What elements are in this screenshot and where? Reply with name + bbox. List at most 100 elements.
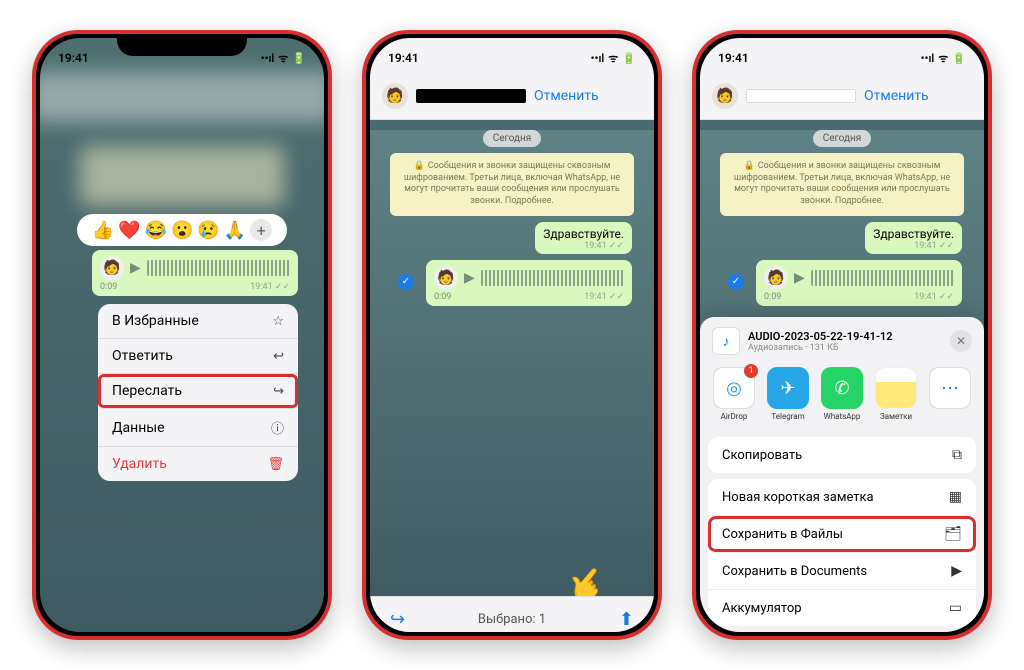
selection-checkmark[interactable]: ✓ — [728, 274, 744, 290]
status-time: 19:41 — [718, 51, 749, 65]
selection-checkmark[interactable]: ✓ — [398, 274, 414, 290]
share-app-more[interactable]: ⋯ — [926, 367, 974, 421]
play-icon[interactable]: ▶ — [464, 270, 475, 286]
voice-message-bubble[interactable]: 🧑 ▶ 0:09 19:41 ✓✓ — [426, 260, 632, 306]
app-icon: ◎ — [713, 367, 755, 409]
play-icon[interactable]: ▶ — [130, 260, 141, 276]
app-icon — [875, 367, 917, 409]
app-label: Telegram — [764, 412, 812, 421]
voice-message-bubble[interactable]: 🧑 ▶ 0:09 19:41 ✓✓ — [756, 260, 962, 306]
menu-item-label: В Избранные — [112, 313, 199, 329]
chat-body: Сегодня 🔒Сообщения и звонки защищены скв… — [370, 130, 654, 632]
selected-count: Выбрано: 1 — [478, 612, 546, 627]
action-Новая короткая заметка[interactable]: Новая короткая заметка ▦ — [708, 479, 976, 516]
encryption-notice[interactable]: 🔒Сообщения и звонки защищены сквозным ши… — [720, 153, 964, 216]
message-time: 19:41 — [584, 241, 606, 251]
avatar: 🧑 — [764, 266, 788, 290]
voice-duration: 0:09 — [434, 292, 451, 302]
waveform[interactable] — [811, 270, 954, 286]
voice-message-bubble[interactable]: 🧑 ▶ 0:09 19:41 ✓✓ — [92, 250, 298, 296]
text-message[interactable]: Здравствуйте. 19:41 ✓✓ — [865, 222, 962, 254]
read-ticks-icon: ✓✓ — [275, 282, 290, 292]
action-icon: ▦ — [949, 489, 962, 505]
encryption-text: Сообщения и звонки защищены сквозным шиф… — [404, 161, 620, 206]
battery-icon: 🔋 — [292, 52, 306, 65]
reaction-bar[interactable]: 👍❤️😂😮😢🙏+ — [77, 214, 287, 246]
action-Скопировать[interactable]: Скопировать⧉ — [708, 437, 976, 473]
screen-2: 19:41 ••ıl ᯤ 🔋 🧑 Отменить Сегодня 🔒Сообщ… — [370, 38, 654, 632]
reaction-emoji[interactable]: 😂 — [145, 220, 167, 241]
reaction-emoji[interactable]: 👍 — [92, 220, 114, 241]
action-icon: 🗂 — [944, 526, 962, 542]
message-time: 19:41 — [914, 241, 936, 251]
signal-icon: ••ıl — [591, 52, 605, 65]
share-file-sub: Аудиозапись · 131 КБ — [748, 343, 942, 353]
voice-duration: 0:09 — [764, 292, 781, 302]
status-time: 19:41 — [388, 51, 419, 65]
share-icon[interactable]: ⬆︎ — [619, 609, 634, 630]
app-label: Заметки — [872, 412, 920, 421]
share-file-header: ♪ AUDIO-2023-05-22-19-41-12 Аудиозапись … — [700, 317, 984, 363]
text-message[interactable]: Здравствуйте. 19:41 ✓✓ — [535, 222, 632, 254]
phone-frame-3: 19:41 ••ıl ᯤ 🔋 🧑 Отменить Сегодня 🔒Сообщ… — [692, 30, 992, 640]
waveform[interactable] — [481, 270, 624, 286]
action-list-1: Скопировать⧉ — [708, 437, 976, 473]
action-label: Сохранить в Файлы — [722, 527, 843, 542]
action-Сохранить в Documents[interactable]: Сохранить в Documents▶ — [708, 553, 976, 590]
chat-header: 🧑 Отменить — [370, 72, 654, 120]
menu-item-icon: ↪ — [273, 384, 284, 399]
menu-item-Переслать[interactable]: Переслать↪ — [98, 374, 298, 409]
message-text: Здравствуйте. — [873, 227, 954, 241]
menu-item-Данные[interactable]: Данныеⓘ — [98, 409, 298, 447]
message-text: Здравствуйте. — [543, 227, 624, 241]
reaction-emoji[interactable]: ❤️ — [118, 220, 140, 241]
voice-time: 19:41 — [250, 282, 272, 292]
avatar: 🧑 — [100, 256, 124, 280]
encryption-notice[interactable]: 🔒Сообщения и звонки защищены сквозным ши… — [390, 153, 634, 216]
action-label: Аккумулятор — [722, 601, 802, 616]
reaction-emoji[interactable]: 🙏 — [224, 220, 246, 241]
share-app-WhatsApp[interactable]: ✆WhatsApp — [818, 367, 866, 421]
cancel-button[interactable]: Отменить — [534, 88, 599, 104]
selection-footer: ↪ Выбрано: 1 ⬆︎ — [370, 596, 654, 632]
action-Сохранить в Файлы[interactable]: Сохранить в Файлы 🗂 — [708, 516, 976, 553]
read-ticks-icon: ✓✓ — [609, 241, 624, 251]
context-menu: В Избранные ☆ Ответить↩Переслать↪ДанныеⓘУд… — [98, 304, 298, 481]
menu-item-label: Ответить — [112, 348, 173, 364]
share-app-AirDrop[interactable]: ◎AirDrop — [710, 367, 758, 421]
action-label: Сохранить в Documents — [722, 564, 867, 579]
menu-item-icon: ☆ — [272, 314, 284, 329]
wifi-icon: ᯤ — [938, 51, 948, 66]
blurred-header — [40, 72, 324, 122]
battery-icon: 🔋 — [952, 52, 966, 65]
read-ticks-icon: ✓✓ — [609, 292, 624, 302]
app-icon: ⋯ — [929, 367, 971, 409]
forward-icon[interactable]: ↪ — [390, 609, 405, 630]
avatar[interactable]: 🧑 — [712, 83, 738, 109]
status-icons: ••ıl ᯤ 🔋 — [591, 51, 636, 66]
share-app-Заметки[interactable]: Заметки — [872, 367, 920, 421]
avatar[interactable]: 🧑 — [382, 83, 408, 109]
play-icon[interactable]: ▶ — [794, 270, 805, 286]
status-time: 19:41 — [58, 51, 89, 65]
action-label: Новая короткая заметка — [722, 490, 874, 505]
waveform[interactable] — [147, 260, 290, 276]
chat-title-redacted — [746, 89, 856, 103]
share-app-Telegram[interactable]: ✈Telegram — [764, 367, 812, 421]
action-Аккумулятор[interactable]: Аккумулятор ▭ — [708, 590, 976, 626]
menu-item-Удалить[interactable]: Удалить🗑 — [98, 447, 298, 481]
cancel-button[interactable]: Отменить — [864, 88, 929, 104]
avatar: 🧑 — [434, 266, 458, 290]
reaction-emoji[interactable]: 😢 — [197, 220, 219, 241]
app-icon: ✆ — [821, 367, 863, 409]
close-icon[interactable]: ✕ — [950, 330, 972, 352]
lock-icon: 🔒 — [414, 161, 425, 171]
reaction-emoji[interactable]: 😮 — [171, 220, 193, 241]
menu-item-icon: ⓘ — [271, 418, 284, 437]
day-pill: Сегодня — [813, 130, 872, 147]
add-reaction-icon[interactable]: + — [250, 219, 272, 241]
chat-body: Сегодня 🔒Сообщения и звонки защищены скв… — [700, 130, 984, 632]
menu-item-В Избранные[interactable]: В Избранные ☆ — [98, 304, 298, 339]
action-icon: ▭ — [949, 600, 962, 616]
menu-item-Ответить[interactable]: Ответить↩ — [98, 339, 298, 374]
